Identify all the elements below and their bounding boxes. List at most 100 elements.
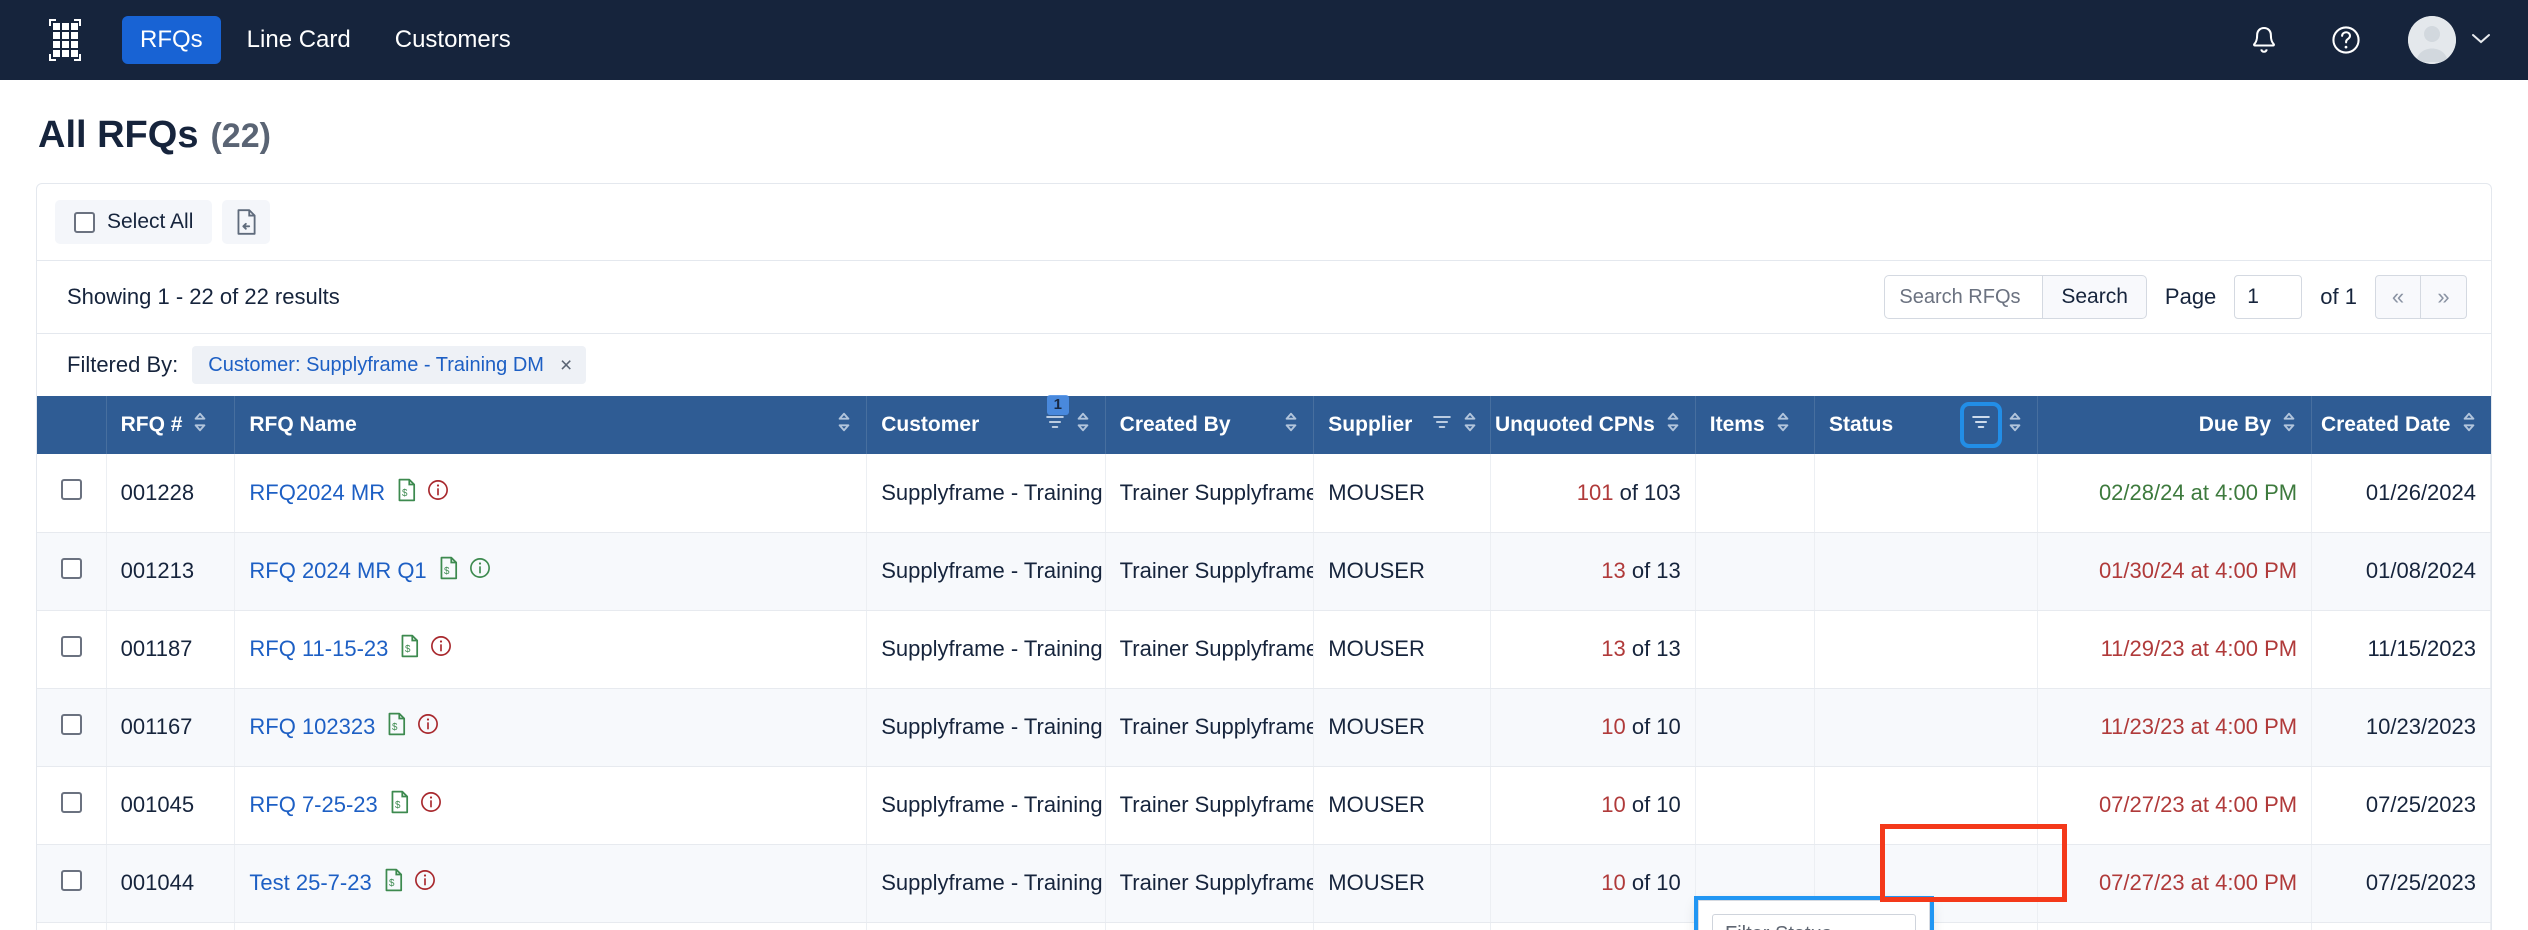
row-select-cell[interactable] <box>37 766 107 845</box>
table-row[interactable]: 001228 RFQ2024 MR $ Supplyframe - Training … <box>37 454 2491 533</box>
avatar <box>2408 16 2456 64</box>
select-all-button[interactable]: Select All <box>55 200 213 244</box>
first-page-button[interactable]: « <box>2375 275 2421 319</box>
rfq-name-link[interactable]: Test 25-7-23 <box>249 870 371 896</box>
quote-document-icon[interactable]: $ <box>385 712 407 742</box>
sort-icon[interactable] <box>1665 411 1681 439</box>
th-unquoted-cpns[interactable]: Unquoted CPNs <box>1490 396 1696 454</box>
sort-icon[interactable] <box>2007 411 2023 439</box>
rfq-name-link[interactable]: RFQ 102323 <box>249 714 375 740</box>
row-select-cell[interactable] <box>37 922 107 930</box>
info-icon[interactable] <box>414 869 436 897</box>
status-filter-icon[interactable] <box>1959 402 2002 448</box>
quote-document-icon[interactable]: $ <box>398 634 420 664</box>
cell-rfq-number: 001187 <box>106 610 236 689</box>
info-icon[interactable] <box>417 713 439 741</box>
info-icon[interactable] <box>430 635 452 663</box>
unquoted-count: 10 <box>1601 792 1626 817</box>
table-row[interactable]: 001167 RFQ 102323 $ Supplyframe - Training … <box>37 688 2491 767</box>
sort-icon[interactable] <box>2281 411 2297 439</box>
sort-icon[interactable] <box>1775 411 1791 439</box>
row-select-cell[interactable] <box>37 688 107 767</box>
close-icon[interactable]: × <box>560 355 572 376</box>
nav-item-customers[interactable]: Customers <box>377 16 529 64</box>
cell-rfq-name: RFQ 11-15-23 $ <box>234 610 868 689</box>
quote-document-icon[interactable]: $ <box>395 478 417 508</box>
search-input[interactable] <box>1884 275 2043 319</box>
select-all-checkbox[interactable] <box>74 211 95 233</box>
th-created-date[interactable]: Created Date <box>2311 396 2491 454</box>
th-status[interactable]: Status <box>1814 396 2038 454</box>
total-pages-label: of 1 <box>2320 284 2357 309</box>
cell-supplier: MOUSER <box>1313 454 1491 533</box>
cell-supplier: MOUSER <box>1313 532 1491 611</box>
row-select-cell[interactable] <box>37 454 107 533</box>
status-filter-search-input[interactable] <box>1712 914 1916 930</box>
table-row[interactable]: 001044 Test 25-7-23 $ Supplyframe - Trainin… <box>37 844 2491 923</box>
last-page-button[interactable]: » <box>2421 275 2467 319</box>
th-due-by[interactable]: Due By <box>2037 396 2313 454</box>
sort-icon[interactable] <box>1075 411 1091 439</box>
document-export-icon[interactable] <box>222 200 271 244</box>
filter-icon[interactable] <box>1432 412 1452 438</box>
row-checkbox[interactable] <box>60 713 82 735</box>
row-checkbox[interactable] <box>60 635 82 657</box>
th-customer[interactable]: Customer 1 <box>866 395 1106 454</box>
cell-due-by: 06/29/23 at 4:00 PM <box>2037 922 2313 930</box>
row-checkbox[interactable] <box>60 557 82 579</box>
info-icon[interactable] <box>469 557 491 585</box>
row-checkbox[interactable] <box>60 791 82 813</box>
cell-rfq-name: RFQ 6-14-23 (RFQ61423)$ <box>234 922 868 930</box>
unquoted-total: of 10 <box>1631 714 1681 739</box>
th-items[interactable]: Items <box>1695 396 1815 454</box>
cell-created-date: 06/15/2023 <box>2311 922 2491 930</box>
row-checkbox[interactable] <box>60 869 82 891</box>
cell-rfq-number: 001045 <box>106 766 236 845</box>
table-row[interactable]: 001213 RFQ 2024 MR Q1 $ Supplyframe - Train… <box>37 532 2491 611</box>
cell-created-by: Trainer Supplyframe <box>1105 532 1315 611</box>
cell-items <box>1695 610 1815 689</box>
quote-document-icon[interactable]: $ <box>382 868 404 898</box>
rfq-name-link[interactable]: RFQ2024 MR <box>249 480 385 506</box>
question-circle-icon[interactable] <box>2326 20 2366 60</box>
filter-chip-customer[interactable]: Customer: Supplyframe - Training DM × <box>192 346 587 384</box>
th-created-by[interactable]: Created By <box>1105 396 1315 454</box>
sort-icon[interactable] <box>2461 411 2477 439</box>
quote-document-icon[interactable]: $ <box>388 790 410 820</box>
cell-customer: Supplyframe - Training DM <box>866 766 1106 845</box>
cell-items <box>1695 766 1815 845</box>
table-row[interactable]: 000998RFQ 6-14-23 (RFQ61423)$Supplyframe… <box>37 922 2491 930</box>
grid-logo-icon[interactable] <box>36 14 94 66</box>
table-row[interactable]: 001187 RFQ 11-15-23 $ Supplyframe - Trainin… <box>37 610 2491 689</box>
rfq-name-link[interactable]: RFQ 11-15-23 <box>249 636 388 662</box>
nav-item-rfqs[interactable]: RFQs <box>122 16 221 64</box>
unquoted-total: of 13 <box>1631 558 1681 583</box>
search-button[interactable]: Search <box>2042 275 2147 319</box>
th-rfq-name[interactable]: RFQ Name <box>234 396 868 454</box>
row-select-cell[interactable] <box>37 532 107 611</box>
page-number-input[interactable] <box>2234 275 2303 319</box>
row-checkbox[interactable] <box>60 479 82 501</box>
rfq-list-card: Select All Showing 1 - 22 of 22 results … <box>36 183 2492 930</box>
row-select-cell[interactable] <box>37 610 107 689</box>
page-title: All RFQs (22) <box>36 80 2492 183</box>
th-supplier[interactable]: Supplier <box>1313 396 1491 454</box>
filter-icon[interactable]: 1 <box>1045 395 1069 438</box>
th-rfq-number[interactable]: RFQ # <box>106 396 236 454</box>
nav-item-line-card[interactable]: Line Card <box>229 16 369 64</box>
info-icon[interactable] <box>420 791 442 819</box>
bell-icon[interactable] <box>2244 20 2284 60</box>
info-icon[interactable] <box>427 479 449 507</box>
th-customer-label: Customer <box>881 413 980 436</box>
sort-icon[interactable] <box>192 411 208 439</box>
rfq-name-link[interactable]: RFQ 2024 MR Q1 <box>249 558 426 584</box>
rfq-name-link[interactable]: RFQ 7-25-23 <box>249 792 377 818</box>
sort-icon[interactable] <box>836 411 852 439</box>
sort-icon[interactable] <box>1283 411 1299 439</box>
user-menu[interactable] <box>2408 16 2492 64</box>
sort-icon[interactable] <box>1462 411 1478 439</box>
quote-document-icon[interactable]: $ <box>437 556 459 586</box>
row-select-cell[interactable] <box>37 844 107 923</box>
table-body: 001228 RFQ2024 MR $ Supplyframe - Training … <box>37 454 2491 930</box>
table-row[interactable]: 001045 RFQ 7-25-23 $ Supplyframe - Training… <box>37 766 2491 845</box>
